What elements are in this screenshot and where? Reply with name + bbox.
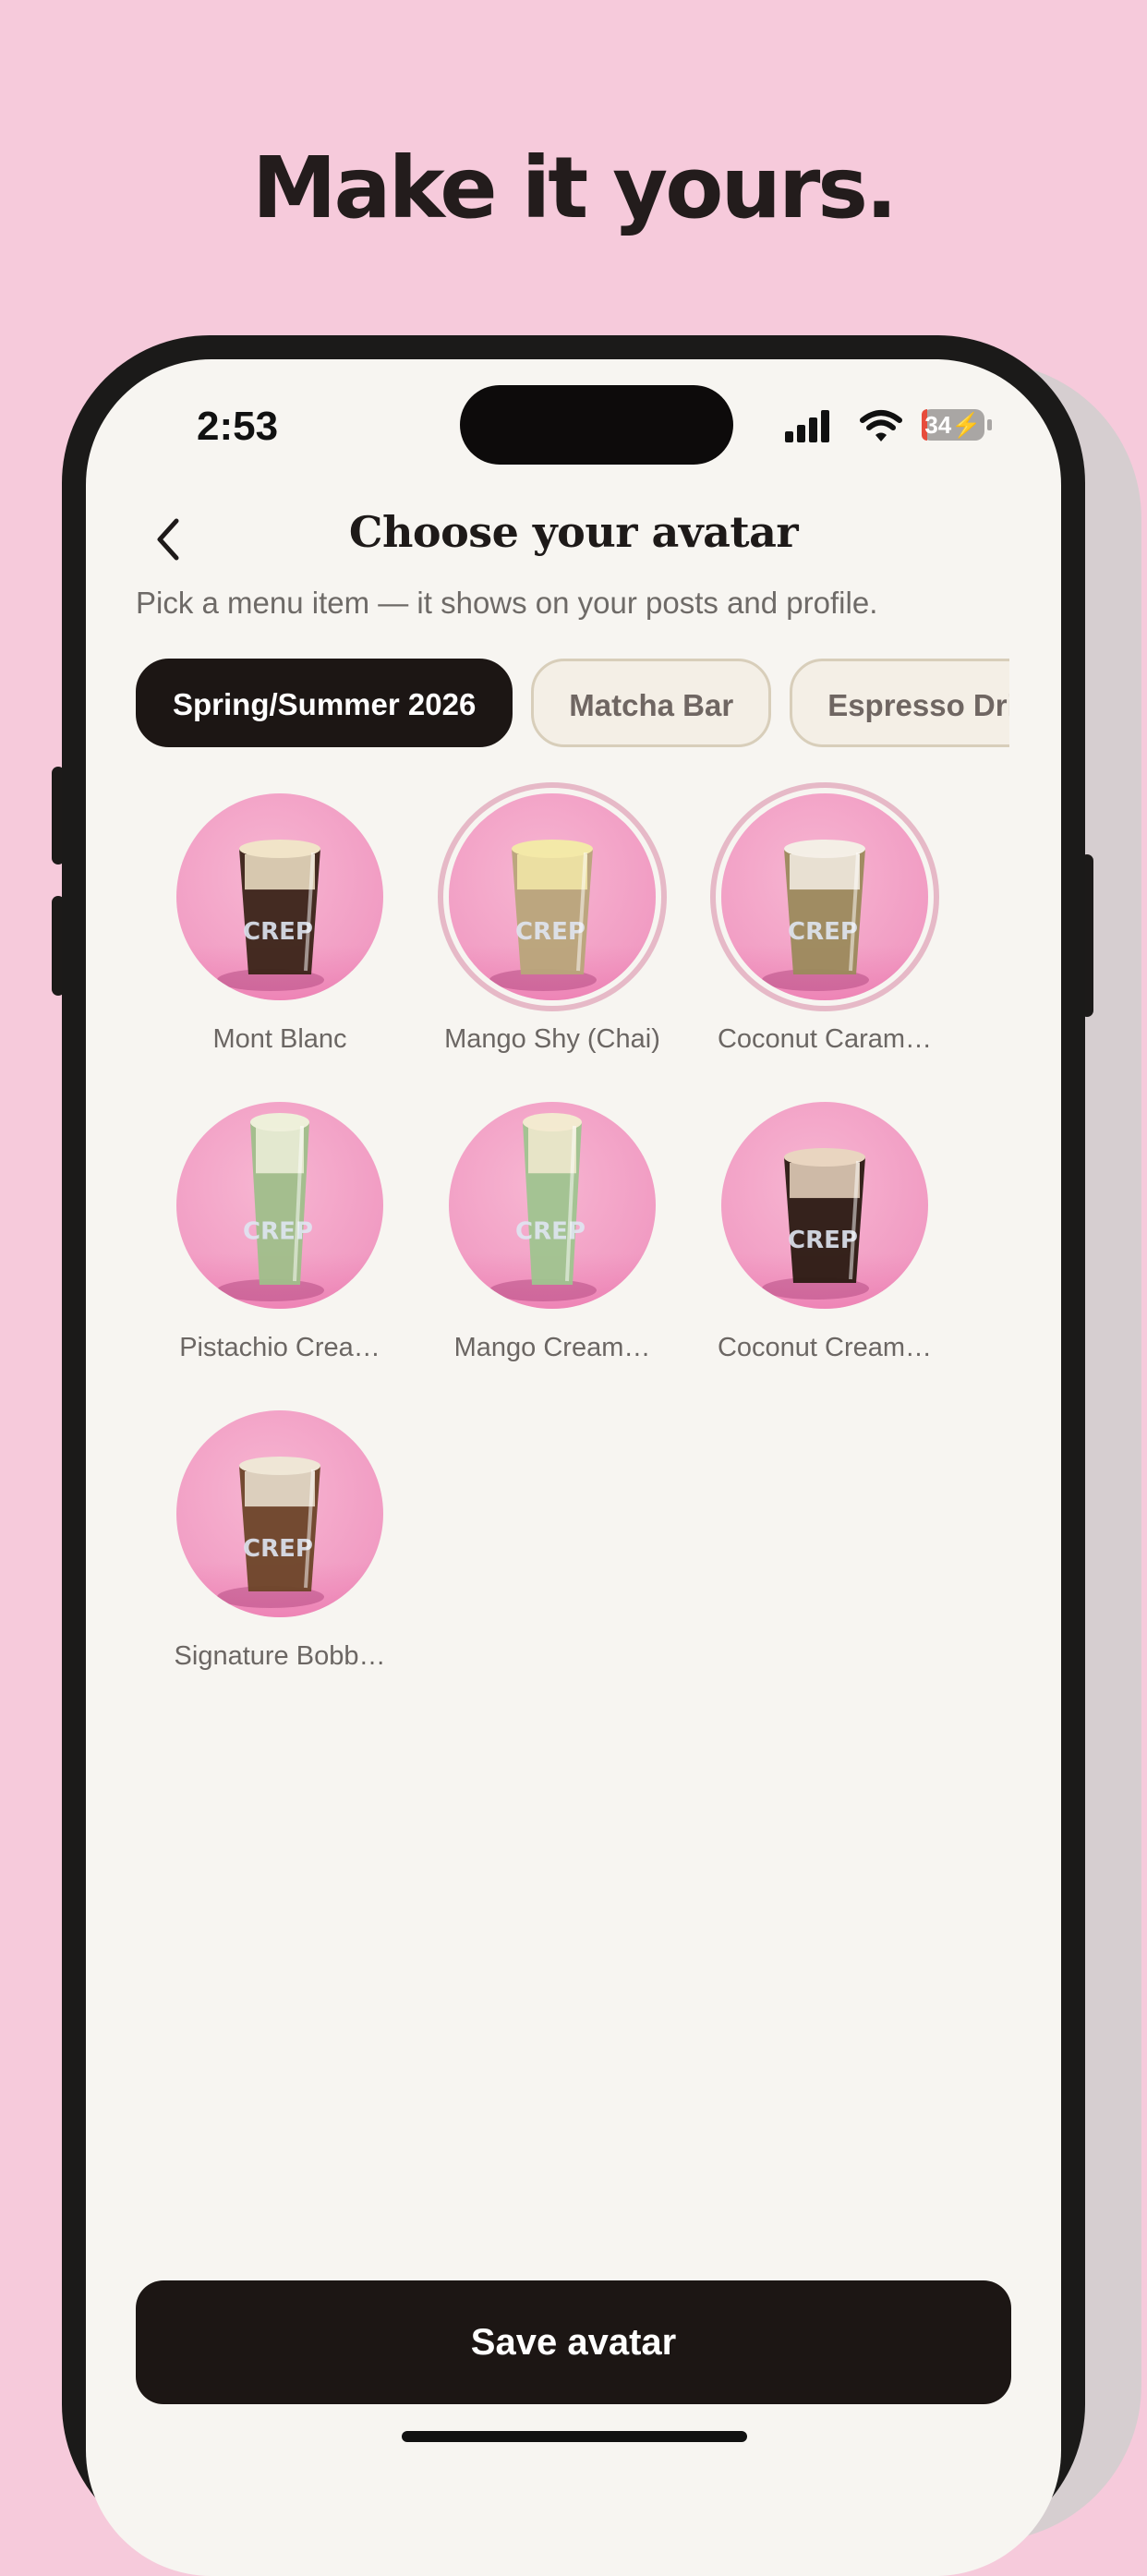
svg-text:CREP: CREP bbox=[243, 1535, 313, 1563]
avatar-option-signature-boba[interactable]: CREP Signature Bobb… bbox=[151, 1410, 409, 1687]
subtitle: Pick a menu item — it shows on your post… bbox=[136, 586, 878, 620]
avatar-image: CREP bbox=[721, 1102, 928, 1309]
tab-matcha-bar[interactable]: Matcha Bar bbox=[531, 659, 772, 747]
avatar-image: CREP bbox=[176, 1410, 383, 1617]
avatar-image: CREP bbox=[721, 793, 928, 1000]
avatar-label: Mont Blanc bbox=[212, 1024, 347, 1054]
page-title: Choose your avatar bbox=[348, 507, 799, 557]
avatar-option-coconut-caramel[interactable]: CREP Coconut Caram… bbox=[695, 793, 954, 1070]
avatar-label: Mango Cream… bbox=[453, 1333, 651, 1362]
avatar-option-coconut-cream[interactable]: CREP Coconut Cream… bbox=[695, 1102, 954, 1379]
svg-text:CREP: CREP bbox=[515, 918, 586, 946]
avatar-option-mango-shy-chai[interactable]: CREP Mango Shy (Chai) bbox=[423, 793, 682, 1070]
avatar-label: Signature Bobb… bbox=[174, 1641, 386, 1671]
home-indicator bbox=[402, 2431, 747, 2442]
avatar-label: Mango Shy (Chai) bbox=[444, 1024, 660, 1054]
avatar-option-mango-cream[interactable]: CREP Mango Cream… bbox=[423, 1102, 682, 1379]
phone-screen: 2:53 34 ⚡ Choose your avatar Pick a menu… bbox=[86, 359, 1061, 2576]
svg-text:CREP: CREP bbox=[788, 918, 858, 946]
avatar-option-pistachio-cream[interactable]: CREP Pistachio Crea… bbox=[151, 1102, 409, 1379]
category-tabs: Spring/Summer 2026Matcha BarEspresso Dri… bbox=[136, 659, 1009, 751]
wifi-icon bbox=[860, 410, 902, 441]
save-avatar-button[interactable]: Save avatar bbox=[136, 2280, 1011, 2404]
svg-text:CREP: CREP bbox=[243, 918, 313, 946]
status-icons: 34 ⚡ bbox=[783, 407, 1005, 444]
avatar-label: Coconut Caram… bbox=[717, 1024, 933, 1054]
avatar-image: CREP bbox=[176, 793, 383, 1000]
tab-espresso-drinks[interactable]: Espresso Drinks bbox=[790, 659, 1009, 747]
phone-frame: 2:53 34 ⚡ Choose your avatar Pick a menu… bbox=[62, 335, 1085, 2576]
avatar-label: Coconut Cream… bbox=[717, 1333, 933, 1362]
battery-icon: 34 ⚡ bbox=[922, 409, 984, 441]
battery-level: 34 bbox=[924, 410, 952, 439]
avatar-image: CREP bbox=[176, 1102, 383, 1309]
dynamic-island bbox=[460, 385, 733, 465]
avatar-label: Pistachio Crea… bbox=[179, 1333, 380, 1362]
cellular-signal-icon bbox=[785, 410, 829, 442]
svg-text:CREP: CREP bbox=[788, 1227, 858, 1254]
avatar-image: CREP bbox=[449, 793, 656, 1000]
headline: Make it yours. bbox=[251, 139, 898, 237]
avatar-image: CREP bbox=[449, 1102, 656, 1309]
tab-spring-summer-2026[interactable]: Spring/Summer 2026 bbox=[136, 659, 513, 747]
status-time: 2:53 bbox=[197, 404, 279, 449]
svg-text:CREP: CREP bbox=[243, 1218, 313, 1246]
svg-text:CREP: CREP bbox=[515, 1218, 586, 1246]
avatar-option-mont-blanc[interactable]: CREP Mont Blanc bbox=[151, 793, 409, 1070]
